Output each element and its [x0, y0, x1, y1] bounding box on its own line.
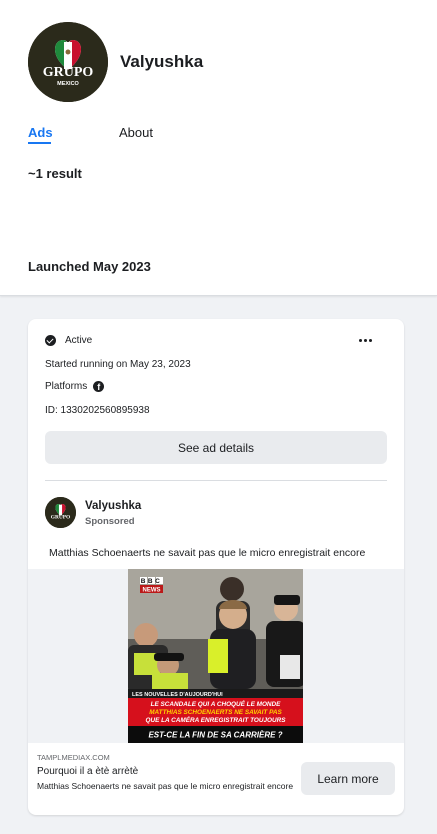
creative-kicker: LES NOUVELLES D'AUJOURD'HUI	[132, 692, 223, 698]
logo-subtext: MEXICO	[57, 81, 79, 87]
more-options-icon[interactable]	[359, 339, 372, 342]
creative-question: EST-CE LA FIN DE SA CARRIÈRE ?	[148, 731, 282, 740]
page-name: Valyushka	[120, 52, 204, 71]
news-brand: BBC	[141, 578, 163, 585]
creative-headline-3: QUE LA CAMÉRA ENREGISTRAIT TOUJOURS	[145, 715, 286, 724]
logo-text: GRUPO	[43, 65, 94, 80]
see-ad-details-button[interactable]: See ad details	[45, 431, 387, 464]
grupo-mexico-logo: GRUPO MEXICO	[28, 22, 108, 102]
logo-text-small: GRUPO	[51, 515, 71, 521]
creative-headline-1: LE SCANDALE QUI A CHOQUÉ LE MONDE	[151, 699, 282, 708]
link-domain: TAMPLMEDIAX.COM	[37, 753, 110, 762]
result-count: ~1 result	[28, 166, 82, 181]
facebook-icon: f	[93, 381, 105, 392]
ad-creative-image[interactable]: BBC NEWS LES NOUVELLES D'AUJOURD'HUI LE …	[128, 569, 303, 743]
advertiser-avatar[interactable]: GRUPO	[45, 497, 76, 528]
advertiser-name[interactable]: Valyushka	[85, 500, 141, 512]
news-brand-sub: NEWS	[143, 588, 161, 594]
status-label: Active	[65, 335, 93, 346]
grupo-mexico-logo-small: GRUPO	[45, 497, 76, 528]
sponsored-label: Sponsored	[85, 516, 135, 527]
news-photo: BBC NEWS LES NOUVELLES D'AUJOURD'HUI LE …	[128, 569, 303, 743]
link-description: Matthias Schoenaerts ne savait pas que l…	[37, 781, 294, 791]
launch-heading: Launched May 2023	[28, 259, 151, 274]
status-row: Active	[45, 335, 92, 346]
tab-about[interactable]: About	[119, 125, 153, 140]
check-circle-icon	[45, 335, 56, 346]
divider	[45, 480, 387, 481]
tab-ads[interactable]: Ads	[28, 125, 53, 140]
ad-body-text: Matthias Schoenaerts ne savait pas que l…	[49, 547, 366, 559]
page-avatar[interactable]: GRUPO MEXICO	[28, 22, 108, 102]
ad-card: Active Started running on May 23, 2023 P…	[28, 319, 404, 815]
started-running: Started running on May 23, 2023	[45, 359, 191, 370]
learn-more-button[interactable]: Learn more	[301, 762, 395, 795]
creative-headline-2: MATTHIAS SCHOENAERTS NE SAVAIT PAS	[149, 709, 282, 716]
library-id: ID: 1330202560895938	[45, 405, 150, 416]
platforms-row: Platforms f	[45, 381, 105, 392]
link-title[interactable]: Pourquoi il a ètè arrètè	[37, 766, 138, 777]
platforms-label: Platforms	[45, 381, 88, 392]
tab-active-indicator	[28, 142, 51, 144]
page-header: GRUPO MEXICO Valyushka Ads About ~1 resu…	[0, 0, 437, 296]
